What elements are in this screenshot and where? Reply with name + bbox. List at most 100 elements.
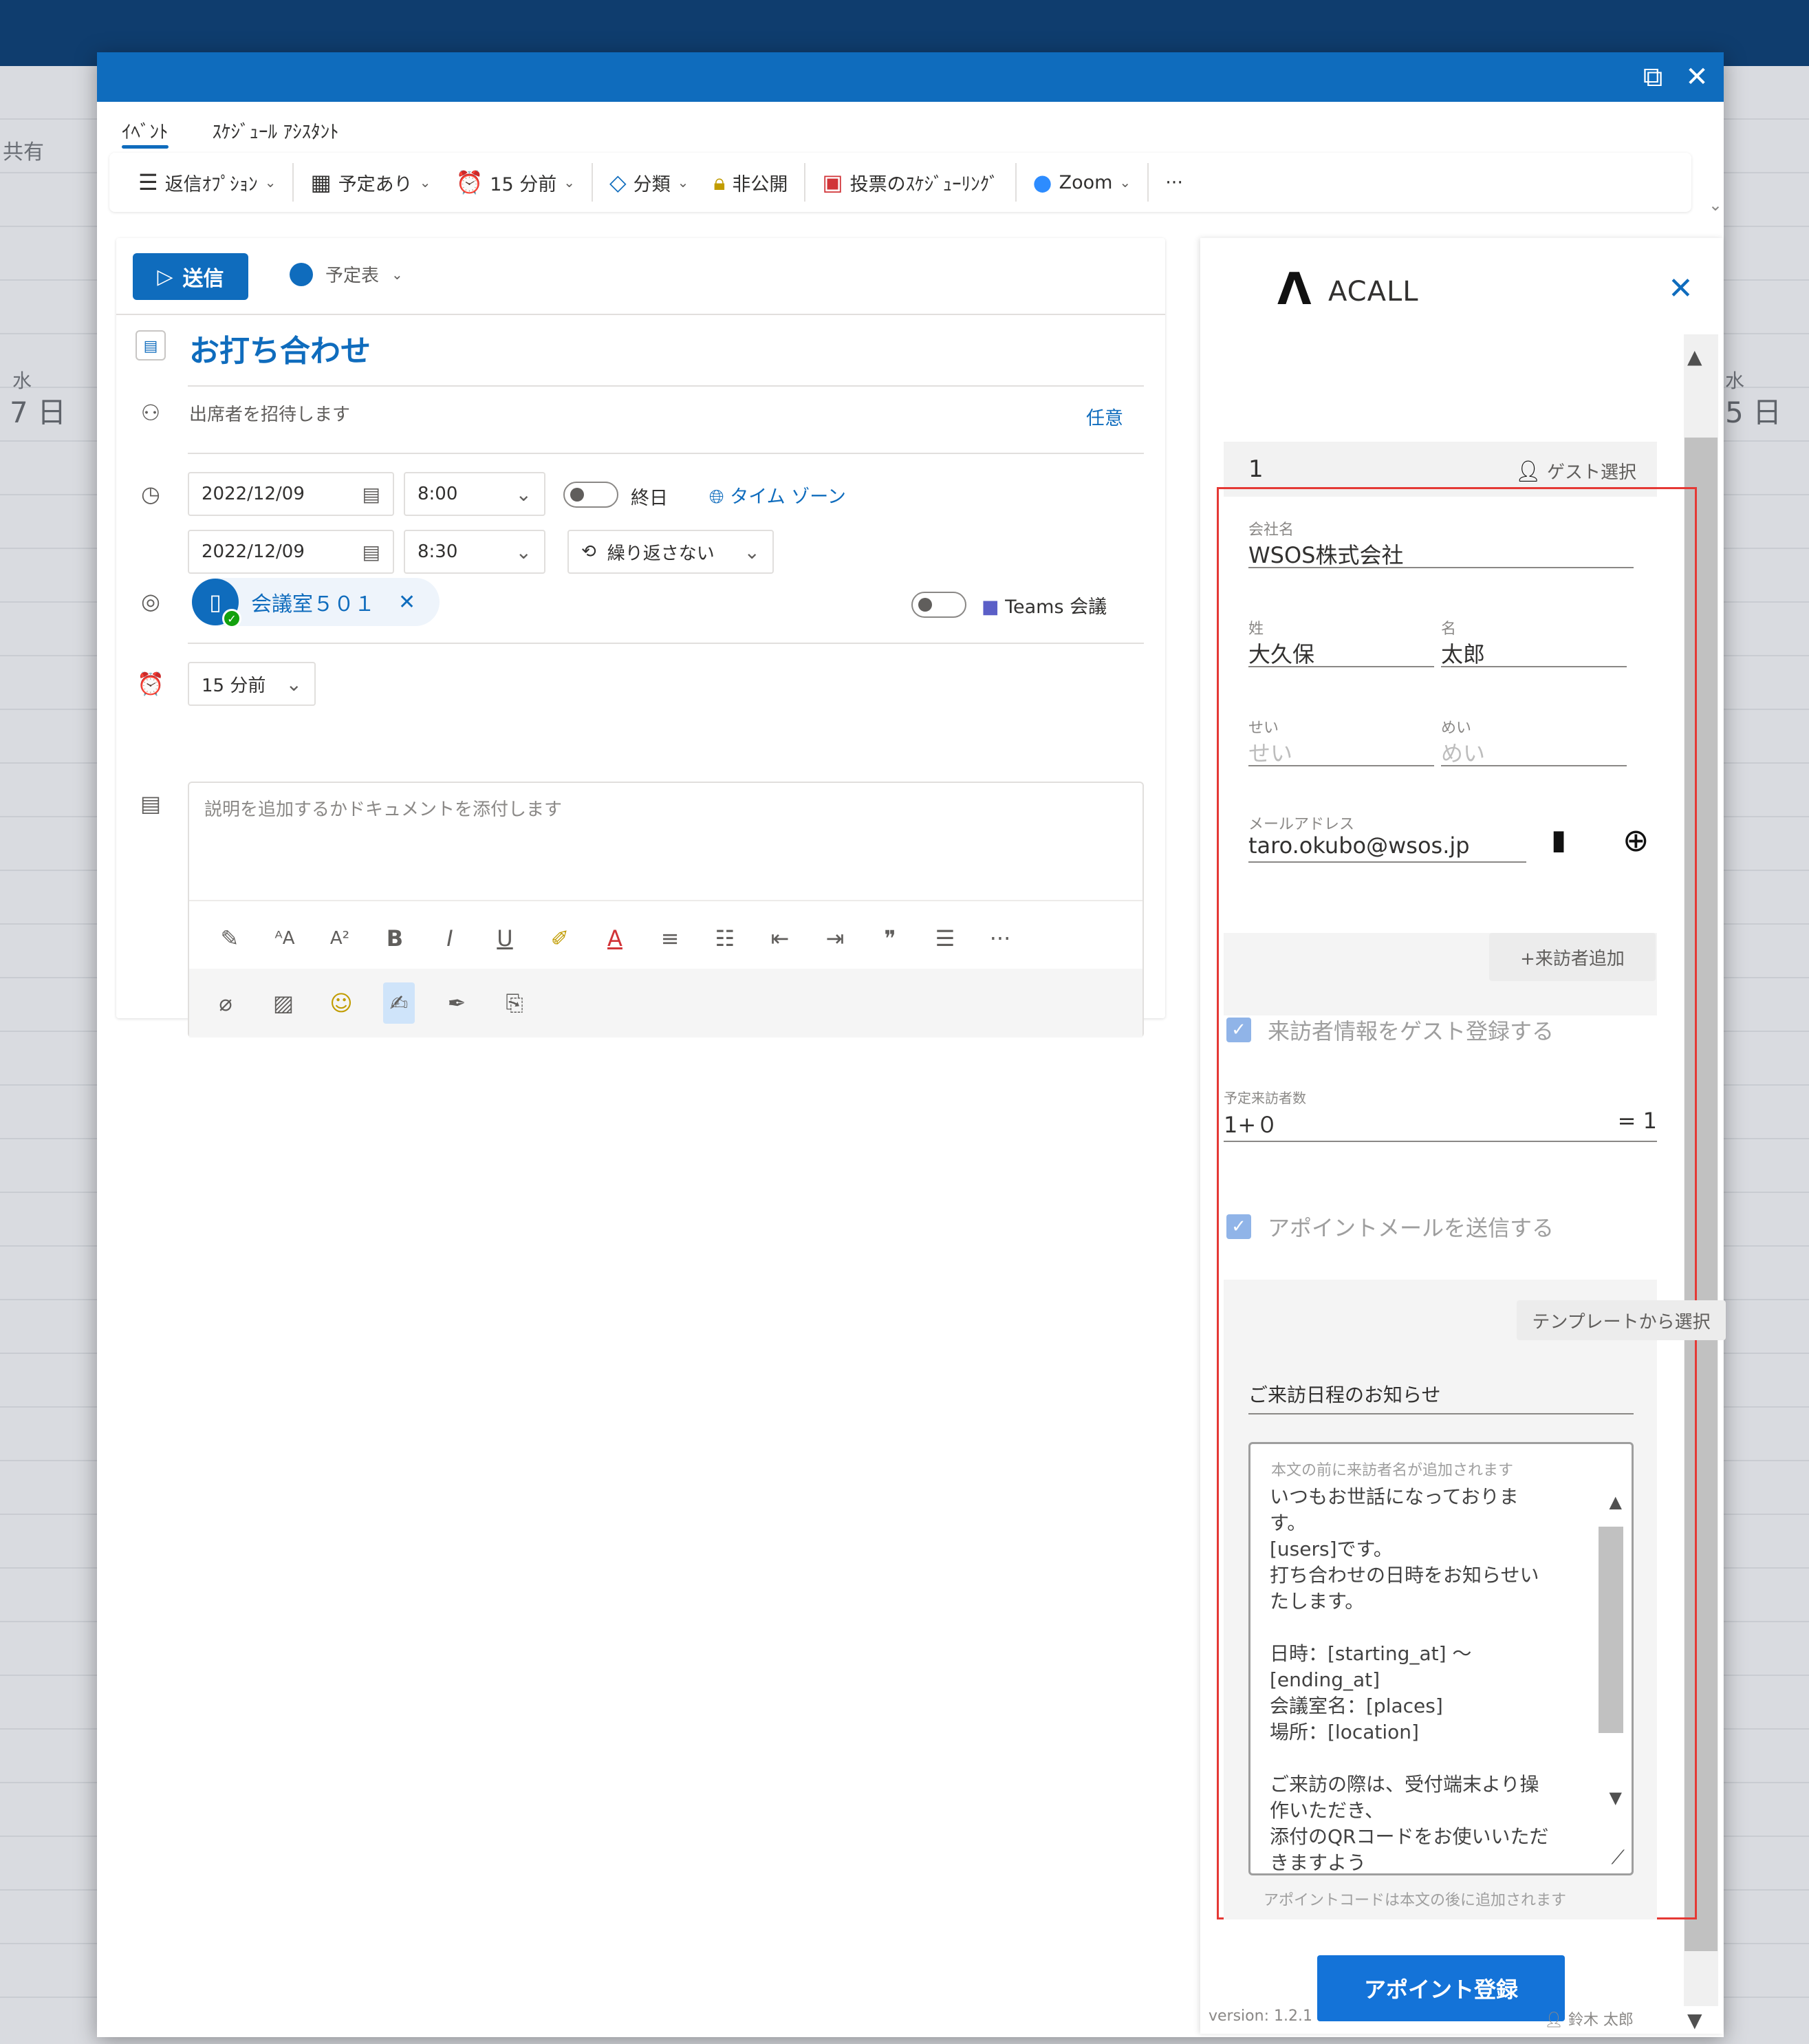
add-visitor-button[interactable]: +来訪者追加 — [1489, 933, 1656, 981]
first-kana-field[interactable]: めい めい — [1441, 716, 1627, 766]
acall-logo: Λ — [1277, 264, 1312, 315]
all-day-toggle[interactable] — [563, 482, 618, 508]
people-icon: ⚇ — [140, 400, 161, 426]
appoint-register-button[interactable]: アポイント登録 — [1317, 1955, 1565, 2021]
superscript-icon[interactable]: A² — [327, 928, 353, 949]
quote-icon[interactable]: ❞ — [877, 925, 903, 951]
send-mail-checkbox-row[interactable]: ✓ アポイントメールを送信する — [1226, 1211, 1554, 1242]
event-title[interactable]: お打ち合わせ — [189, 326, 371, 370]
format-painter-icon[interactable]: ✎ — [217, 925, 243, 951]
popout-icon[interactable]: ⧉ — [1638, 62, 1668, 92]
calendar-selector[interactable]: 予定表 ⌄ — [290, 261, 403, 287]
mail-body-line: [users]です。 — [1270, 1538, 1393, 1560]
room-chip[interactable]: ▯ ✓ 会議室５０１ ✕ — [192, 578, 440, 628]
scroll-down-icon[interactable]: ▼ — [1610, 1788, 1622, 1807]
align-icon[interactable]: ☰ — [932, 925, 958, 951]
zoom-icon: ● — [1032, 169, 1052, 195]
first-name-field[interactable]: 名 太郎 — [1441, 616, 1627, 667]
start-time-field[interactable]: 8:00 ⌄ — [404, 472, 545, 516]
divider — [1147, 163, 1149, 202]
attendees-input[interactable]: 出席者を招待します — [189, 400, 350, 426]
scroll-up-icon[interactable]: ▲ — [1610, 1492, 1622, 1512]
bold-icon[interactable]: B — [382, 925, 408, 951]
chevron-down-icon: ⌄ — [1119, 174, 1131, 191]
chevron-down-icon: ⌄ — [419, 174, 431, 191]
mail-body-textarea[interactable]: 本文の前に来訪者名が追加されます いつもお世話になっておりま す。 [users… — [1248, 1442, 1634, 1875]
reply-options-button[interactable]: ☰ 返信ｵﾌﾟｼｮﾝ ⌄ — [126, 162, 288, 203]
mail-body-line: 作いただき、 — [1270, 1799, 1385, 1822]
reminder-dropdown[interactable]: 15 分前 ⌄ — [188, 662, 316, 706]
tab-event[interactable]: ｲﾍﾞﾝﾄ — [122, 107, 169, 149]
send-button[interactable]: ▷ 送信 — [133, 253, 248, 300]
event-type-icon[interactable]: ▤ — [136, 330, 166, 361]
add-circle-icon[interactable]: ⊕ — [1623, 821, 1649, 859]
end-date-value: 2022/12/09 — [202, 541, 305, 562]
highlight-icon[interactable]: ✐ — [547, 925, 573, 951]
mail-subject-field[interactable]: ご来訪日程のお知らせ — [1248, 1366, 1634, 1414]
mail-body-line: たします。 — [1270, 1590, 1365, 1613]
first-kana-label: めい — [1441, 720, 1472, 737]
decrease-indent-icon[interactable]: ⇤ — [767, 925, 793, 951]
more-format-icon[interactable]: ··· — [987, 925, 1013, 951]
start-date-field[interactable]: 2022/12/09 ▤ — [188, 472, 394, 516]
scroll-up-icon[interactable]: ▲ — [1687, 345, 1702, 368]
guest-select-button[interactable]: 👤︎ ゲスト選択 — [1515, 458, 1636, 484]
image-icon[interactable]: ▨ — [268, 982, 299, 1024]
increase-indent-icon[interactable]: ⇥ — [822, 925, 848, 951]
remove-room-icon[interactable]: ✕ — [398, 590, 415, 614]
email-value: taro.okubo@wsos.jp — [1248, 832, 1470, 859]
resize-handle-icon[interactable]: ⟋ — [1611, 1846, 1625, 1869]
editor-icon[interactable]: ✍ — [383, 982, 415, 1024]
register-guest-checkbox-row[interactable]: ✓ 来訪者情報をゲスト登録する — [1226, 1014, 1554, 1046]
email-field[interactable]: メールアドレス taro.okubo@wsos.jp — [1248, 812, 1526, 863]
reminder-button[interactable]: ⏰ 15 分前 ⌄ — [443, 162, 587, 203]
textarea-scroll-thumb[interactable] — [1599, 1527, 1623, 1733]
template-select-button[interactable]: テンプレートから選択 — [1517, 1300, 1726, 1340]
signature-icon[interactable]: ✒ — [441, 982, 473, 1024]
scroll-down-icon[interactable]: ▼ — [1687, 2009, 1702, 2032]
italic-icon[interactable]: I — [437, 925, 463, 951]
mail-body-line: 会議室名：[places] — [1270, 1695, 1443, 1717]
checkbox-checked-icon[interactable]: ✓ — [1226, 1214, 1251, 1239]
numbered-list-icon[interactable]: ☷ — [712, 925, 738, 951]
end-date-field[interactable]: 2022/12/09 ▤ — [188, 530, 394, 574]
close-icon[interactable]: ✕ — [1668, 271, 1693, 306]
end-time-field[interactable]: 8:30 ⌄ — [404, 530, 545, 574]
insert-page-icon[interactable]: ⎘ — [499, 982, 530, 1024]
poll-scheduling-button[interactable]: ▣ 投票のｽｹｼﾞｭｰﾘﾝｸﾞ — [810, 162, 1010, 203]
teams-toggle[interactable] — [911, 592, 966, 618]
insert-toolbar: ⌀ ▨ ☺ ✍ ✒ ⎘ — [189, 969, 1142, 1037]
poll-label: 投票のｽｹｼﾞｭｰﾘﾝｸﾞ — [849, 173, 999, 195]
share-label[interactable]: 共有 — [3, 135, 44, 165]
room-avatar: ▯ ✓ — [192, 579, 241, 628]
emoji-icon[interactable]: ☺ — [325, 982, 357, 1024]
zoom-button[interactable]: ● Zoom ⌄ — [1021, 162, 1144, 203]
checkbox-checked-icon[interactable]: ✓ — [1226, 1018, 1251, 1042]
attach-icon[interactable]: ⌀ — [210, 982, 241, 1024]
category-button[interactable]: ◇ 分類 ⌄ — [597, 162, 701, 203]
font-size-icon[interactable]: ᴬA — [272, 928, 298, 949]
close-icon[interactable]: ✕ — [1682, 62, 1712, 92]
last-kana-field[interactable]: せい せい — [1248, 716, 1434, 766]
company-field[interactable]: 会社名 WSOS株式会社 — [1248, 517, 1634, 568]
reply-options-label: 返信ｵﾌﾟｼｮﾝ — [164, 173, 258, 195]
font-color-icon[interactable]: A — [602, 925, 628, 951]
bullet-list-icon[interactable]: ≡ — [657, 925, 683, 951]
description-editor[interactable]: 説明を追加するかドキュメントを添付します ✎ ᴬA A² B I U ✐ A ≡… — [188, 782, 1144, 1037]
ribbon-expand-icon[interactable]: ⌄ — [1709, 195, 1722, 215]
mail-body-line: [ending_at] — [1270, 1668, 1380, 1691]
private-button[interactable]: 🔒︎ 非公開 — [701, 162, 800, 203]
underline-icon[interactable]: U — [492, 925, 518, 951]
busy-status-button[interactable]: ▦ 予定あり ⌄ — [298, 162, 443, 203]
chevron-down-icon: ⌄ — [515, 483, 532, 506]
more-button[interactable]: ··· — [1153, 162, 1195, 203]
last-name-field[interactable]: 姓 大久保 — [1248, 616, 1434, 667]
tab-schedule-assistant[interactable]: ｽｹｼﾞｭｰﾙ ｱｼｽﾀﾝﾄ — [213, 107, 339, 149]
mail-body-note: 本文の前に来訪者名が追加されます — [1271, 1462, 1514, 1479]
trash-icon[interactable]: ▮ — [1551, 824, 1566, 856]
optional-attendees-link[interactable]: 任意 — [1086, 403, 1123, 430]
calendar-color-dot — [290, 262, 313, 286]
reminder-label: 15 分前 — [490, 173, 557, 195]
timezone-link[interactable]: 🌐︎ タイム ゾーン — [709, 482, 846, 508]
repeat-dropdown[interactable]: ⟲ 繰り返さない ⌄ — [567, 530, 774, 574]
